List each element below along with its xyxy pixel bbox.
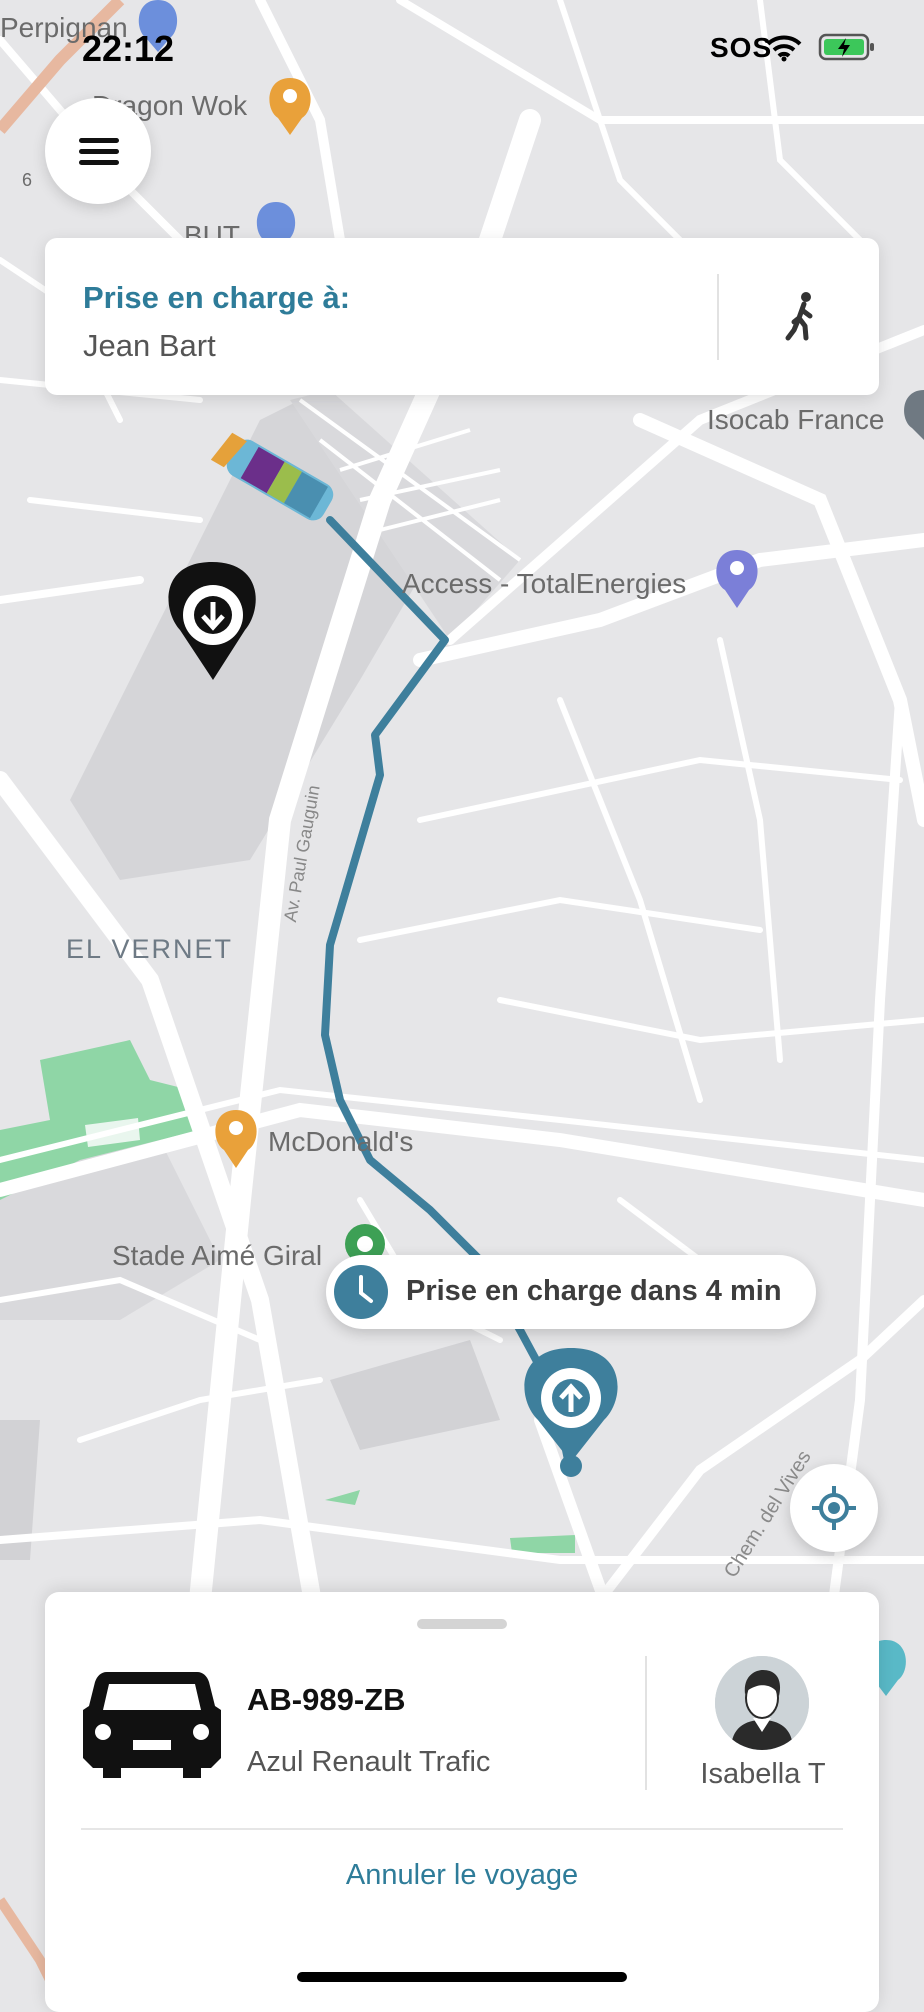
- locate-icon: [812, 1486, 856, 1530]
- clock-icon: [334, 1265, 388, 1319]
- map-label-mcdonalds: McDonald's: [268, 1126, 414, 1157]
- status-time: 22:12: [82, 28, 175, 69]
- menu-button[interactable]: [45, 98, 151, 204]
- eta-text: Prise en charge dans 4 min: [406, 1275, 782, 1307]
- vehicle-plate: AB-989-ZB: [247, 1682, 406, 1717]
- sheet-grabber[interactable]: [417, 1619, 507, 1629]
- locate-button[interactable]: [790, 1464, 878, 1552]
- map-label-totalenergies: Access - TotalEnergies: [402, 568, 687, 599]
- avatar-icon: [715, 1656, 809, 1750]
- map-label-stade: Stade Aimé Giral: [112, 1240, 323, 1271]
- eta-pill: Prise en charge dans 4 min: [326, 1255, 816, 1329]
- wifi-icon: [766, 35, 802, 62]
- home-indicator[interactable]: [297, 1972, 627, 1982]
- pickup-divider: [717, 274, 719, 360]
- map-label-six: 6: [22, 170, 33, 190]
- status-bar: 22:12 SOS: [0, 0, 924, 100]
- car-icon: [83, 1672, 221, 1778]
- driver-name: Isabella T: [700, 1758, 826, 1790]
- avatar[interactable]: [715, 1656, 809, 1750]
- status-sos: SOS: [710, 32, 773, 63]
- sheet-divider-horizontal: [81, 1828, 843, 1830]
- sheet-divider-vertical: [645, 1656, 647, 1790]
- map-label-el-vernet: EL VERNET: [66, 934, 234, 964]
- map-label-isocab: Isocab France: [707, 404, 885, 435]
- pickup-title: Prise en charge à:: [83, 280, 351, 315]
- vehicle-model: Azul Renault Trafic: [247, 1746, 491, 1778]
- pickup-place: Jean Bart: [83, 328, 216, 363]
- battery-icon: [818, 33, 874, 61]
- pickup-card[interactable]: Prise en charge à: Jean Bart: [45, 238, 879, 395]
- cancel-ride-button[interactable]: Annuler le voyage: [45, 1859, 879, 1892]
- ride-sheet: AB-989-ZB Azul Renault Trafic Isabella T…: [45, 1592, 879, 2012]
- walk-icon[interactable]: [775, 288, 833, 346]
